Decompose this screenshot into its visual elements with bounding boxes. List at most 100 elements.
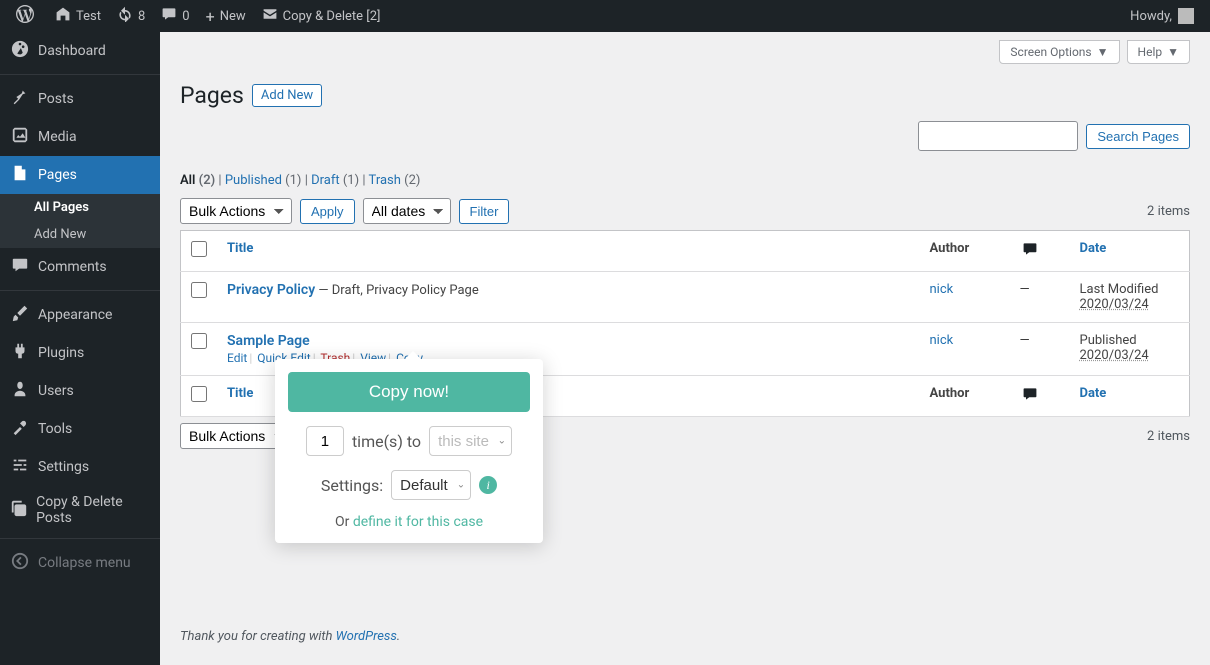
search-pages-button[interactable]: Search Pages (1086, 124, 1190, 149)
collapse-menu[interactable]: Collapse menu (0, 544, 160, 582)
help-button[interactable]: Help▼ (1127, 40, 1190, 64)
row-checkbox[interactable] (191, 333, 207, 349)
site-name[interactable]: Test (47, 0, 109, 32)
menu-copy-delete[interactable]: Copy & Delete Posts (0, 486, 160, 534)
menu-label: Tools (38, 421, 72, 437)
wrench-icon (10, 418, 30, 440)
copy-count-input[interactable] (306, 426, 344, 456)
row-title-link[interactable]: Sample Page (227, 333, 310, 349)
info-icon[interactable]: i (479, 476, 497, 494)
filter-published[interactable]: Published (1) (225, 173, 302, 188)
menu-label: Pages (38, 167, 77, 183)
col-date[interactable]: Date (1080, 241, 1107, 256)
users-icon (10, 380, 30, 402)
updates[interactable]: 8 (109, 0, 153, 32)
menu-comments[interactable]: Comments (0, 248, 160, 286)
pin-icon (10, 88, 30, 110)
date-filter-select[interactable]: All dates (363, 198, 451, 224)
plus-icon: + (206, 7, 215, 26)
comment-icon (161, 6, 177, 26)
filter-button[interactable]: Filter (459, 199, 510, 224)
admin-bar: Test 8 0 +New Copy & Delete [2] Howdy, (0, 0, 1210, 32)
menu-media[interactable]: Media (0, 118, 160, 156)
admin-menu: Dashboard Posts Media Pages All Pages Ad… (0, 32, 160, 665)
status-filters: All (2) | Published (1) | Draft (1) | Tr… (180, 173, 1190, 188)
search-input[interactable] (918, 121, 1078, 151)
menu-label: Settings (38, 459, 89, 475)
copy-now-button[interactable]: Copy now! (288, 372, 530, 412)
menu-label: Users (38, 383, 74, 399)
wp-logo[interactable] (8, 0, 47, 32)
menu-settings[interactable]: Settings (0, 448, 160, 486)
collapse-icon (10, 552, 30, 574)
filter-draft[interactable]: Draft (1) (311, 173, 359, 188)
comment-icon (10, 256, 30, 278)
col-author: Author (920, 376, 1010, 417)
menu-plugins[interactable]: Plugins (0, 334, 160, 372)
settings-label: Settings: (321, 476, 383, 495)
select-all-checkbox[interactable] (191, 241, 207, 257)
settings-select[interactable]: Default (391, 470, 471, 500)
row-title-link[interactable]: Privacy Policy (227, 282, 315, 298)
menu-appearance[interactable]: Appearance (0, 296, 160, 334)
howdy-label: Howdy, (1130, 9, 1172, 24)
comments-icon (1020, 241, 1040, 257)
avatar-icon (1178, 8, 1194, 24)
menu-posts[interactable]: Posts (0, 80, 160, 118)
comments-value: — (1020, 282, 1030, 297)
menu-users[interactable]: Users (0, 372, 160, 410)
site-label: Test (76, 9, 101, 24)
row-checkbox[interactable] (191, 282, 207, 298)
menu-label: Comments (38, 259, 107, 275)
bulk-actions-select[interactable]: Bulk Actions (180, 198, 292, 224)
footer: Thank you for creating with WordPress. (180, 629, 1190, 644)
copy-popup: Copy now! time(s) to this site ⌄ Setting… (275, 359, 543, 543)
page-icon (10, 164, 30, 186)
menu-label: Appearance (38, 307, 112, 323)
menu-label: Plugins (38, 345, 84, 361)
date-value: 2020/03/24 (1080, 297, 1149, 312)
wordpress-link[interactable]: WordPress (336, 629, 397, 644)
filter-all[interactable]: All (2) (180, 173, 215, 188)
menu-label: Posts (38, 91, 74, 107)
apply-button[interactable]: Apply (300, 199, 355, 224)
col-date[interactable]: Date (1080, 386, 1107, 401)
chevron-down-icon: ▼ (1097, 45, 1109, 59)
sliders-icon (10, 456, 30, 478)
table-row: Privacy Policy — Draft, Privacy Policy P… (181, 272, 1190, 323)
updates-count: 8 (138, 9, 145, 24)
date-label: Last Modified (1080, 282, 1159, 297)
items-count: 2 items (1147, 429, 1190, 444)
submenu-add-new[interactable]: Add New (0, 221, 160, 248)
define-link[interactable]: define it for this case (353, 514, 483, 530)
new-content[interactable]: +New (198, 0, 254, 32)
copy-delete-bar[interactable]: Copy & Delete [2] (254, 0, 389, 32)
screen-options-button[interactable]: Screen Options▼ (999, 40, 1119, 64)
dashboard-icon (10, 40, 30, 62)
filter-trash[interactable]: Trash (2) (369, 173, 421, 188)
my-account[interactable]: Howdy, (1122, 0, 1202, 32)
select-all-checkbox[interactable] (191, 386, 207, 402)
submenu-all-pages[interactable]: All Pages (0, 194, 160, 221)
comments-bubble[interactable]: 0 (153, 0, 197, 32)
date-label: Published (1080, 333, 1137, 348)
times-label: time(s) to (352, 432, 421, 451)
menu-tools[interactable]: Tools (0, 410, 160, 448)
col-title[interactable]: Title (227, 241, 253, 256)
plug-icon (10, 342, 30, 364)
wordpress-icon (16, 5, 34, 27)
date-value: 2020/03/24 (1080, 348, 1149, 363)
action-edit[interactable]: Edit (227, 351, 247, 365)
col-title[interactable]: Title (227, 386, 253, 401)
menu-pages[interactable]: Pages (0, 156, 160, 194)
copy-delete-label: Copy & Delete [2] (283, 9, 381, 24)
home-icon (55, 6, 71, 26)
copy-icon (10, 499, 28, 521)
author-link[interactable]: nick (930, 333, 954, 348)
menu-dashboard[interactable]: Dashboard (0, 32, 160, 70)
author-link[interactable]: nick (930, 282, 954, 297)
site-select[interactable]: this site (429, 426, 512, 456)
page-title: Pages (180, 82, 244, 109)
add-new-button[interactable]: Add New (252, 84, 322, 107)
comments-icon (1020, 386, 1040, 402)
